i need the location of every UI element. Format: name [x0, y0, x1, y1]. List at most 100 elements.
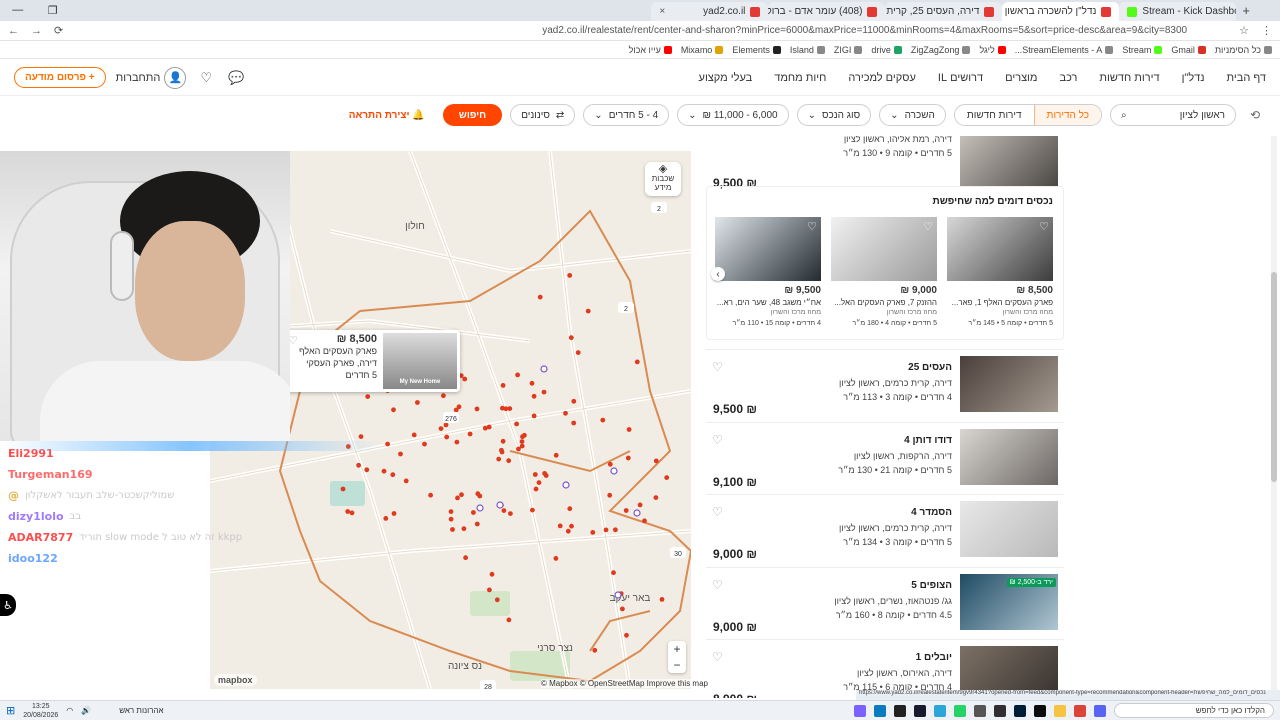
- taskbar-app-icon[interactable]: [874, 704, 886, 717]
- similar-property-image[interactable]: ♡: [715, 217, 821, 281]
- tab-listing[interactable]: דירה, העסים 25, קרית כרמים, ר×: [885, 2, 1003, 21]
- bookmark-star-icon[interactable]: ☆: [1239, 24, 1249, 37]
- map-attribution[interactable]: © Mapbox © OpenStreetMap Improve this ma…: [541, 679, 708, 688]
- listing-image[interactable]: [960, 356, 1058, 412]
- taskbar-app-icon[interactable]: [974, 704, 986, 717]
- post-ad-button[interactable]: + פרסום מודעה: [14, 67, 106, 88]
- tab-youtube[interactable]: (408) עומר אדם - ברוק כמעי×: [768, 2, 886, 21]
- more-filters-button[interactable]: ⇄ סינונים: [510, 104, 576, 126]
- zoom-out-button[interactable]: −: [673, 657, 680, 673]
- bookmark-item[interactable]: ZigZagZong: [911, 45, 971, 55]
- bookmark-item[interactable]: Stream: [1122, 45, 1163, 55]
- bookmark-item[interactable]: ליגל: [979, 45, 1006, 55]
- rooms-dropdown[interactable]: 4 - 5 חדרים ⌄: [583, 104, 670, 126]
- taskbar-app-icon[interactable]: [1094, 704, 1106, 717]
- chat-icon[interactable]: 💬: [226, 68, 246, 88]
- chat-username[interactable]: Turgeman169: [8, 468, 93, 481]
- bookmark-item[interactable]: Elements: [732, 45, 781, 55]
- bookmark-item[interactable]: עייו אכול: [629, 45, 672, 55]
- nav-realestate[interactable]: נדל"ן: [1182, 72, 1205, 84]
- chat-username[interactable]: ADAR7877: [8, 531, 73, 544]
- listing-image[interactable]: [960, 428, 1058, 485]
- menu-kebab-icon[interactable]: ⋮: [1261, 24, 1272, 37]
- nav-professionals[interactable]: בעלי מקצוע: [699, 72, 753, 84]
- heart-icon[interactable]: ♡: [712, 433, 723, 447]
- listing-card[interactable]: העסים 25 דירה, קרית כרמים, ראשון לציון 4 ח…: [706, 356, 1064, 418]
- heart-icon[interactable]: ♡: [807, 220, 817, 233]
- taskbar-app-icon[interactable]: [1034, 704, 1046, 717]
- taskbar-app-icon[interactable]: [914, 704, 926, 717]
- tab-all-apartments[interactable]: כל הדירות: [1033, 105, 1101, 125]
- bookmark-item[interactable]: כל הסימניות: [1215, 45, 1272, 55]
- tab-kick[interactable]: Stream - Kick Dashboard×: [1119, 2, 1237, 21]
- bookmark-item[interactable]: Mixamo: [681, 45, 724, 55]
- price-range-dropdown[interactable]: 6,000 - 11,000 ₪ ⌄: [677, 104, 789, 126]
- volume-icon[interactable]: 🔊: [81, 706, 91, 715]
- similar-property-image[interactable]: ♡: [947, 217, 1053, 281]
- nav-new-apartments[interactable]: דירות חדשות: [1099, 72, 1159, 84]
- nav-business-for-sale[interactable]: עסקים למכירה: [848, 72, 916, 84]
- obs-icon[interactable]: [994, 704, 1006, 717]
- listing-image[interactable]: [960, 501, 1058, 557]
- minimize-icon[interactable]: —: [12, 4, 23, 17]
- taskbar-app-icon[interactable]: [854, 704, 866, 717]
- wifi-icon[interactable]: ◠: [66, 706, 73, 715]
- chat-username[interactable]: @: [8, 489, 19, 502]
- taskbar-clock[interactable]: 13:25 20/08/2026: [23, 702, 58, 720]
- nav-jobs[interactable]: דרושים IL: [938, 72, 983, 84]
- listing-card[interactable]: דירה, רמת אליהו, ראשון לציון 5 חדרים • ק…: [706, 136, 1064, 192]
- map-layers-button[interactable]: ◈ שכבות מידע: [645, 162, 681, 196]
- similar-property-card[interactable]: ♡ 9,500 ₪ אח״י משגב 48, שער הים, רא... מחוז…: [715, 217, 821, 337]
- forward-icon[interactable]: →: [31, 25, 42, 37]
- heart-icon[interactable]: ♡: [712, 505, 723, 519]
- close-tab-icon[interactable]: ×: [659, 6, 665, 17]
- nav-cars[interactable]: רכב: [1059, 72, 1077, 84]
- new-tab-icon[interactable]: +: [1242, 3, 1250, 18]
- tab-new-apartments[interactable]: דירות חדשות: [955, 105, 1034, 125]
- history-icon[interactable]: ⟲: [1244, 108, 1260, 122]
- listing-card[interactable]: הסמדר 4 דירה, קרית כרמים, ראשון לציון 5 חד…: [706, 501, 1064, 563]
- reload-icon[interactable]: ⟳: [54, 24, 63, 37]
- nav-pets[interactable]: חיות מחמד: [774, 72, 826, 84]
- photoshop-icon[interactable]: [1014, 704, 1026, 717]
- chrome-icon[interactable]: [1074, 704, 1086, 717]
- scrollbar-thumb[interactable]: [1271, 272, 1277, 482]
- create-alert-link[interactable]: 🔔 יצירת התראה: [349, 110, 425, 121]
- mapbox-logo[interactable]: mapbox: [214, 674, 257, 686]
- heart-icon[interactable]: ♡: [712, 650, 723, 664]
- heart-icon[interactable]: ♡: [712, 578, 723, 592]
- start-icon[interactable]: ⊞: [6, 704, 15, 717]
- listing-card[interactable]: דודו דותן 4 דירה, הרקפות, ראשון לציון 5 חד…: [706, 428, 1064, 491]
- restore-icon[interactable]: ❐: [48, 4, 58, 17]
- file-explorer-icon[interactable]: [1054, 704, 1066, 717]
- bookmark-item[interactable]: Gmail: [1171, 45, 1206, 55]
- map-listing-popup[interactable]: My New Home 8,500 ₪ פארק העסקים האלף דיר…: [282, 330, 460, 392]
- carousel-prev-icon[interactable]: ‹: [711, 267, 725, 281]
- bookmark-item[interactable]: ZIGI: [834, 45, 863, 55]
- deal-type-dropdown[interactable]: השכרה ⌄: [879, 104, 946, 126]
- chat-username[interactable]: dizy1lolo: [8, 510, 64, 523]
- zoom-in-button[interactable]: +: [673, 641, 680, 657]
- bookmark-item[interactable]: drive: [871, 45, 902, 55]
- taskbar-app-icon[interactable]: [934, 704, 946, 717]
- similar-property-image[interactable]: ♡: [831, 217, 937, 281]
- login-button[interactable]: 👤 התחברות: [116, 66, 187, 89]
- tab-rent-search[interactable]: נדל"ן להשכרה בראשון לציון | יד×: [1002, 2, 1120, 21]
- terminal-icon[interactable]: [894, 704, 906, 717]
- nav-home[interactable]: דף הבית: [1227, 72, 1266, 84]
- search-button[interactable]: חיפוש: [442, 104, 503, 126]
- bookmark-item[interactable]: Island: [790, 45, 825, 55]
- nav-products[interactable]: מוצרים: [1005, 72, 1037, 84]
- similar-property-card[interactable]: ♡ 9,000 ₪ ההזנק 7, פארק העסקים האל... מחוז …: [831, 217, 937, 337]
- news-widget[interactable]: אהרונות ראש: [119, 706, 163, 715]
- favorites-heart-icon[interactable]: ♡: [196, 68, 216, 88]
- back-icon[interactable]: ←: [8, 25, 19, 37]
- heart-icon[interactable]: ♡: [712, 360, 723, 374]
- heart-icon[interactable]: ♡: [923, 220, 933, 233]
- chat-username[interactable]: idoo122: [8, 552, 58, 565]
- property-type-dropdown[interactable]: סוג הנכס ⌄: [796, 104, 872, 126]
- page-scrollbar[interactable]: [1271, 136, 1277, 696]
- listing-card[interactable]: ירד ב-2,500 ₪ הצופים 5 גג/ פנטהאוז, נשרים,…: [706, 573, 1064, 636]
- bookmark-item[interactable]: StreamElements - A...: [1015, 45, 1114, 55]
- url-field[interactable]: yad2.co.il/realestate/rent/center-and-sh…: [75, 25, 1227, 36]
